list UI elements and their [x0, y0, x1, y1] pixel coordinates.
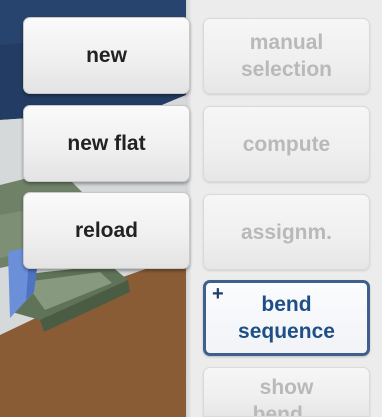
- reload-button-label: reload: [74, 219, 139, 242]
- reload-button[interactable]: reload: [23, 192, 190, 269]
- show-bend-button[interactable]: show bend...: [203, 367, 370, 417]
- new-flat-button[interactable]: new flat: [23, 105, 190, 182]
- new-button[interactable]: new: [23, 17, 190, 94]
- manual-selection-label-line2: selection: [240, 58, 333, 81]
- assign-button-label: assignm.: [240, 220, 333, 244]
- new-button-label: new: [86, 44, 127, 67]
- bend-sequence-label-line1: bend: [261, 293, 312, 316]
- compute-button[interactable]: compute: [203, 106, 370, 182]
- show-bend-label-line2: bend...: [252, 403, 321, 417]
- compute-button-label: compute: [242, 132, 331, 156]
- bend-sequence-button[interactable]: + bend sequence: [203, 280, 370, 356]
- manual-selection-button[interactable]: manual selection: [203, 18, 370, 94]
- assign-button[interactable]: assignm.: [203, 194, 370, 270]
- manual-selection-label-line1: manual: [249, 31, 324, 54]
- plus-icon: +: [212, 283, 224, 305]
- new-flat-button-label: new flat: [67, 132, 146, 155]
- bend-sequence-label-line2: sequence: [238, 320, 335, 343]
- show-bend-label-line1: show: [259, 376, 314, 399]
